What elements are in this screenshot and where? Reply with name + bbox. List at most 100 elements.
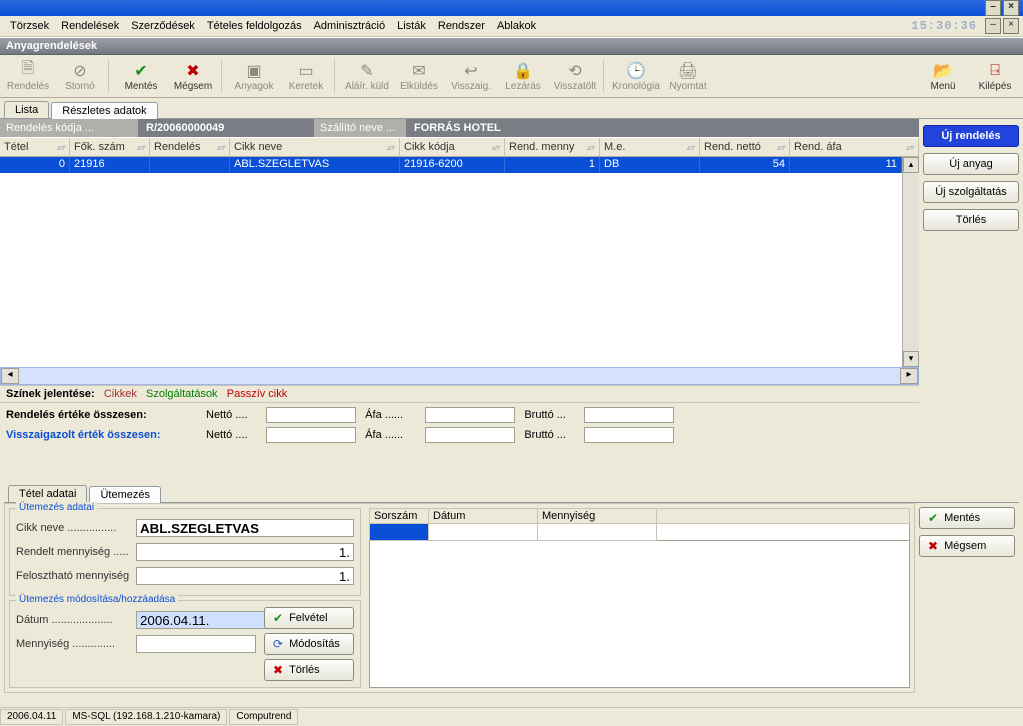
tab-utemezes[interactable]: Ütemezés [89, 486, 161, 503]
sort-icon: ▵▿ [57, 143, 65, 152]
scroll-down-icon[interactable]: ▾ [903, 351, 919, 367]
tb-storno[interactable]: ⊘Stornó [54, 55, 106, 97]
felvetel-button[interactable]: ✔Felvétel [264, 607, 354, 629]
conf-afa-input[interactable] [425, 427, 515, 443]
feloszt-input[interactable] [136, 567, 354, 585]
sort-icon: ▵▿ [687, 143, 695, 152]
status-db: MS-SQL (192.168.1.210-kamara) [65, 709, 227, 725]
close-icon: ✖ [273, 663, 283, 677]
col-afa-label: Rend. áfa [794, 141, 842, 153]
col-sorszam[interactable]: Sorszám [370, 509, 429, 524]
vertical-scrollbar[interactable]: ▴ ▾ [902, 157, 919, 367]
order-brutto-input[interactable] [584, 407, 674, 423]
col-datum[interactable]: Dátum [429, 509, 538, 524]
mennyiseg-input[interactable] [136, 635, 256, 653]
sort-icon: ▵▿ [587, 143, 595, 152]
printer-icon: 🖨 [678, 61, 698, 81]
modositas-button[interactable]: ⟳Módosítás [264, 633, 354, 655]
torles-button[interactable]: ✖Törlés [264, 659, 354, 681]
tb-rendeles[interactable]: 🗎Rendelés [2, 55, 54, 97]
back-arrow-icon: ↩ [464, 61, 477, 81]
col-rendeles[interactable]: Rendelés▵▿ [150, 138, 230, 156]
col-me[interactable]: M.e.▵▿ [600, 138, 700, 156]
close-button[interactable]: × [1003, 0, 1019, 16]
cikkneve-input[interactable] [136, 519, 354, 537]
table-row[interactable] [370, 524, 910, 541]
delete-button[interactable]: Törlés [923, 209, 1019, 231]
order-netto-input[interactable] [266, 407, 356, 423]
scroll-right-icon[interactable]: ▸ [900, 368, 918, 384]
tab-lista[interactable]: Lista [4, 101, 49, 118]
scroll-up-icon[interactable]: ▴ [903, 157, 919, 173]
conf-brutto-input[interactable] [584, 427, 674, 443]
sort-icon: ▵▿ [906, 143, 914, 152]
cancel-label: Mégsem [944, 540, 986, 552]
tab-tetel[interactable]: Tétel adatai [8, 485, 87, 502]
check-icon: ✔ [928, 511, 938, 525]
col-menny[interactable]: Rend. menny ▵▿ [505, 138, 600, 156]
minimize-button[interactable]: – [985, 0, 1001, 16]
netto-label2: Nettó .... [206, 429, 266, 441]
menu-admin[interactable]: Adminisztráció [308, 18, 392, 34]
tab-reszletes[interactable]: Részletes adatok [51, 102, 157, 119]
new-material-button[interactable]: Új anyag [923, 153, 1019, 175]
document-icon: 🗎 [22, 61, 35, 81]
tb-anyagok-label: Anyagok [235, 81, 274, 92]
menu-ablakok[interactable]: Ablakok [491, 18, 542, 34]
inner-minimize-button[interactable]: – [985, 18, 1001, 34]
tb-nyomtat[interactable]: 🖨Nyomtat [662, 55, 714, 97]
new-order-button[interactable]: Új rendelés [923, 125, 1019, 147]
conf-netto-input[interactable] [266, 427, 356, 443]
col-netto[interactable]: Rend. nettó▵▿ [700, 138, 790, 156]
tb-kronologia[interactable]: 🕒Kronológia [610, 55, 662, 97]
save-button[interactable]: ✔Mentés [919, 507, 1015, 529]
feloszt-label: Felosztható mennyiség [16, 570, 136, 582]
status-vendor: Computrend [229, 709, 298, 725]
tb-mentes[interactable]: ✔Mentés [115, 55, 167, 97]
bottom-tabs: Tétel adatai Ütemezés [4, 482, 1019, 503]
cell-rendeles [150, 157, 230, 173]
col-cikkkod[interactable]: Cikk kódja▵▿ [400, 138, 505, 156]
separator [603, 59, 608, 93]
tb-visszaig[interactable]: ↩Visszaig. [445, 55, 497, 97]
group2-legend: Ütemezés módosítása/hozzáadása [16, 594, 178, 605]
sort-icon: ▵▿ [387, 143, 395, 152]
menu-rendelesek[interactable]: Rendelések [55, 18, 125, 34]
menu-szerzodesek[interactable]: Szerződések [125, 18, 201, 34]
menu-rendszer[interactable]: Rendszer [432, 18, 491, 34]
cell-tetel: 0 [0, 157, 70, 173]
tb-megsem[interactable]: ✖Mégsem [167, 55, 219, 97]
rendelt-input[interactable] [136, 543, 354, 561]
col-tetel-label: Tétel [4, 141, 28, 153]
col-tetel[interactable]: Tétel ▵▿ [0, 138, 70, 156]
scroll-left-icon[interactable]: ◂ [1, 368, 19, 384]
new-service-button[interactable]: Új szolgáltatás [923, 181, 1019, 203]
tb-visszatolt[interactable]: ⟲Visszatölt [549, 55, 601, 97]
table-row[interactable]: 0 21916 ABL.SZEGLETVAS 21916-6200 1 DB 5… [0, 157, 902, 173]
signature-icon: ✎ [360, 61, 373, 81]
cancel-button[interactable]: ✖Mégsem [919, 535, 1015, 557]
col-mennyiseg[interactable]: Mennyiség [538, 509, 657, 524]
tb-anyagok[interactable]: ▣Anyagok [228, 55, 280, 97]
tb-lezaras[interactable]: 🔒Lezárás [497, 55, 549, 97]
col-afa[interactable]: Rend. áfa ▵▿ [790, 138, 919, 156]
inner-close-button[interactable]: × [1003, 18, 1019, 34]
menu-listak[interactable]: Listák [391, 18, 432, 34]
separator [334, 59, 339, 93]
col-cikknev[interactable]: Cikk neve▵▿ [230, 138, 400, 156]
col-menny-label: Rend. menny [509, 141, 574, 153]
menu-torzsek[interactable]: Törzsek [4, 18, 55, 34]
tb-storno-label: Stornó [65, 81, 94, 92]
grid-header: Tétel▵▿ Fők. szám▵▿ Rendelés▵▿ Cikk neve… [0, 137, 919, 157]
tb-visszaig-label: Visszaig. [451, 81, 491, 92]
tb-menu[interactable]: 📂Menü [917, 55, 969, 97]
tb-keretek[interactable]: ▭Keretek [280, 55, 332, 97]
col-foksz[interactable]: Fők. szám▵▿ [70, 138, 150, 156]
horizontal-scrollbar[interactable]: ◂ ▸ [0, 367, 919, 385]
order-afa-input[interactable] [425, 407, 515, 423]
tb-kilepes[interactable]: ⍈Kilépés [969, 55, 1021, 97]
col-rendeles-label: Rendelés [154, 141, 200, 153]
menu-teteles[interactable]: Tételes feldolgozás [201, 18, 308, 34]
tb-elkuldes[interactable]: ✉Elküldés [393, 55, 445, 97]
tb-alair[interactable]: ✎Aláír. küld [341, 55, 393, 97]
